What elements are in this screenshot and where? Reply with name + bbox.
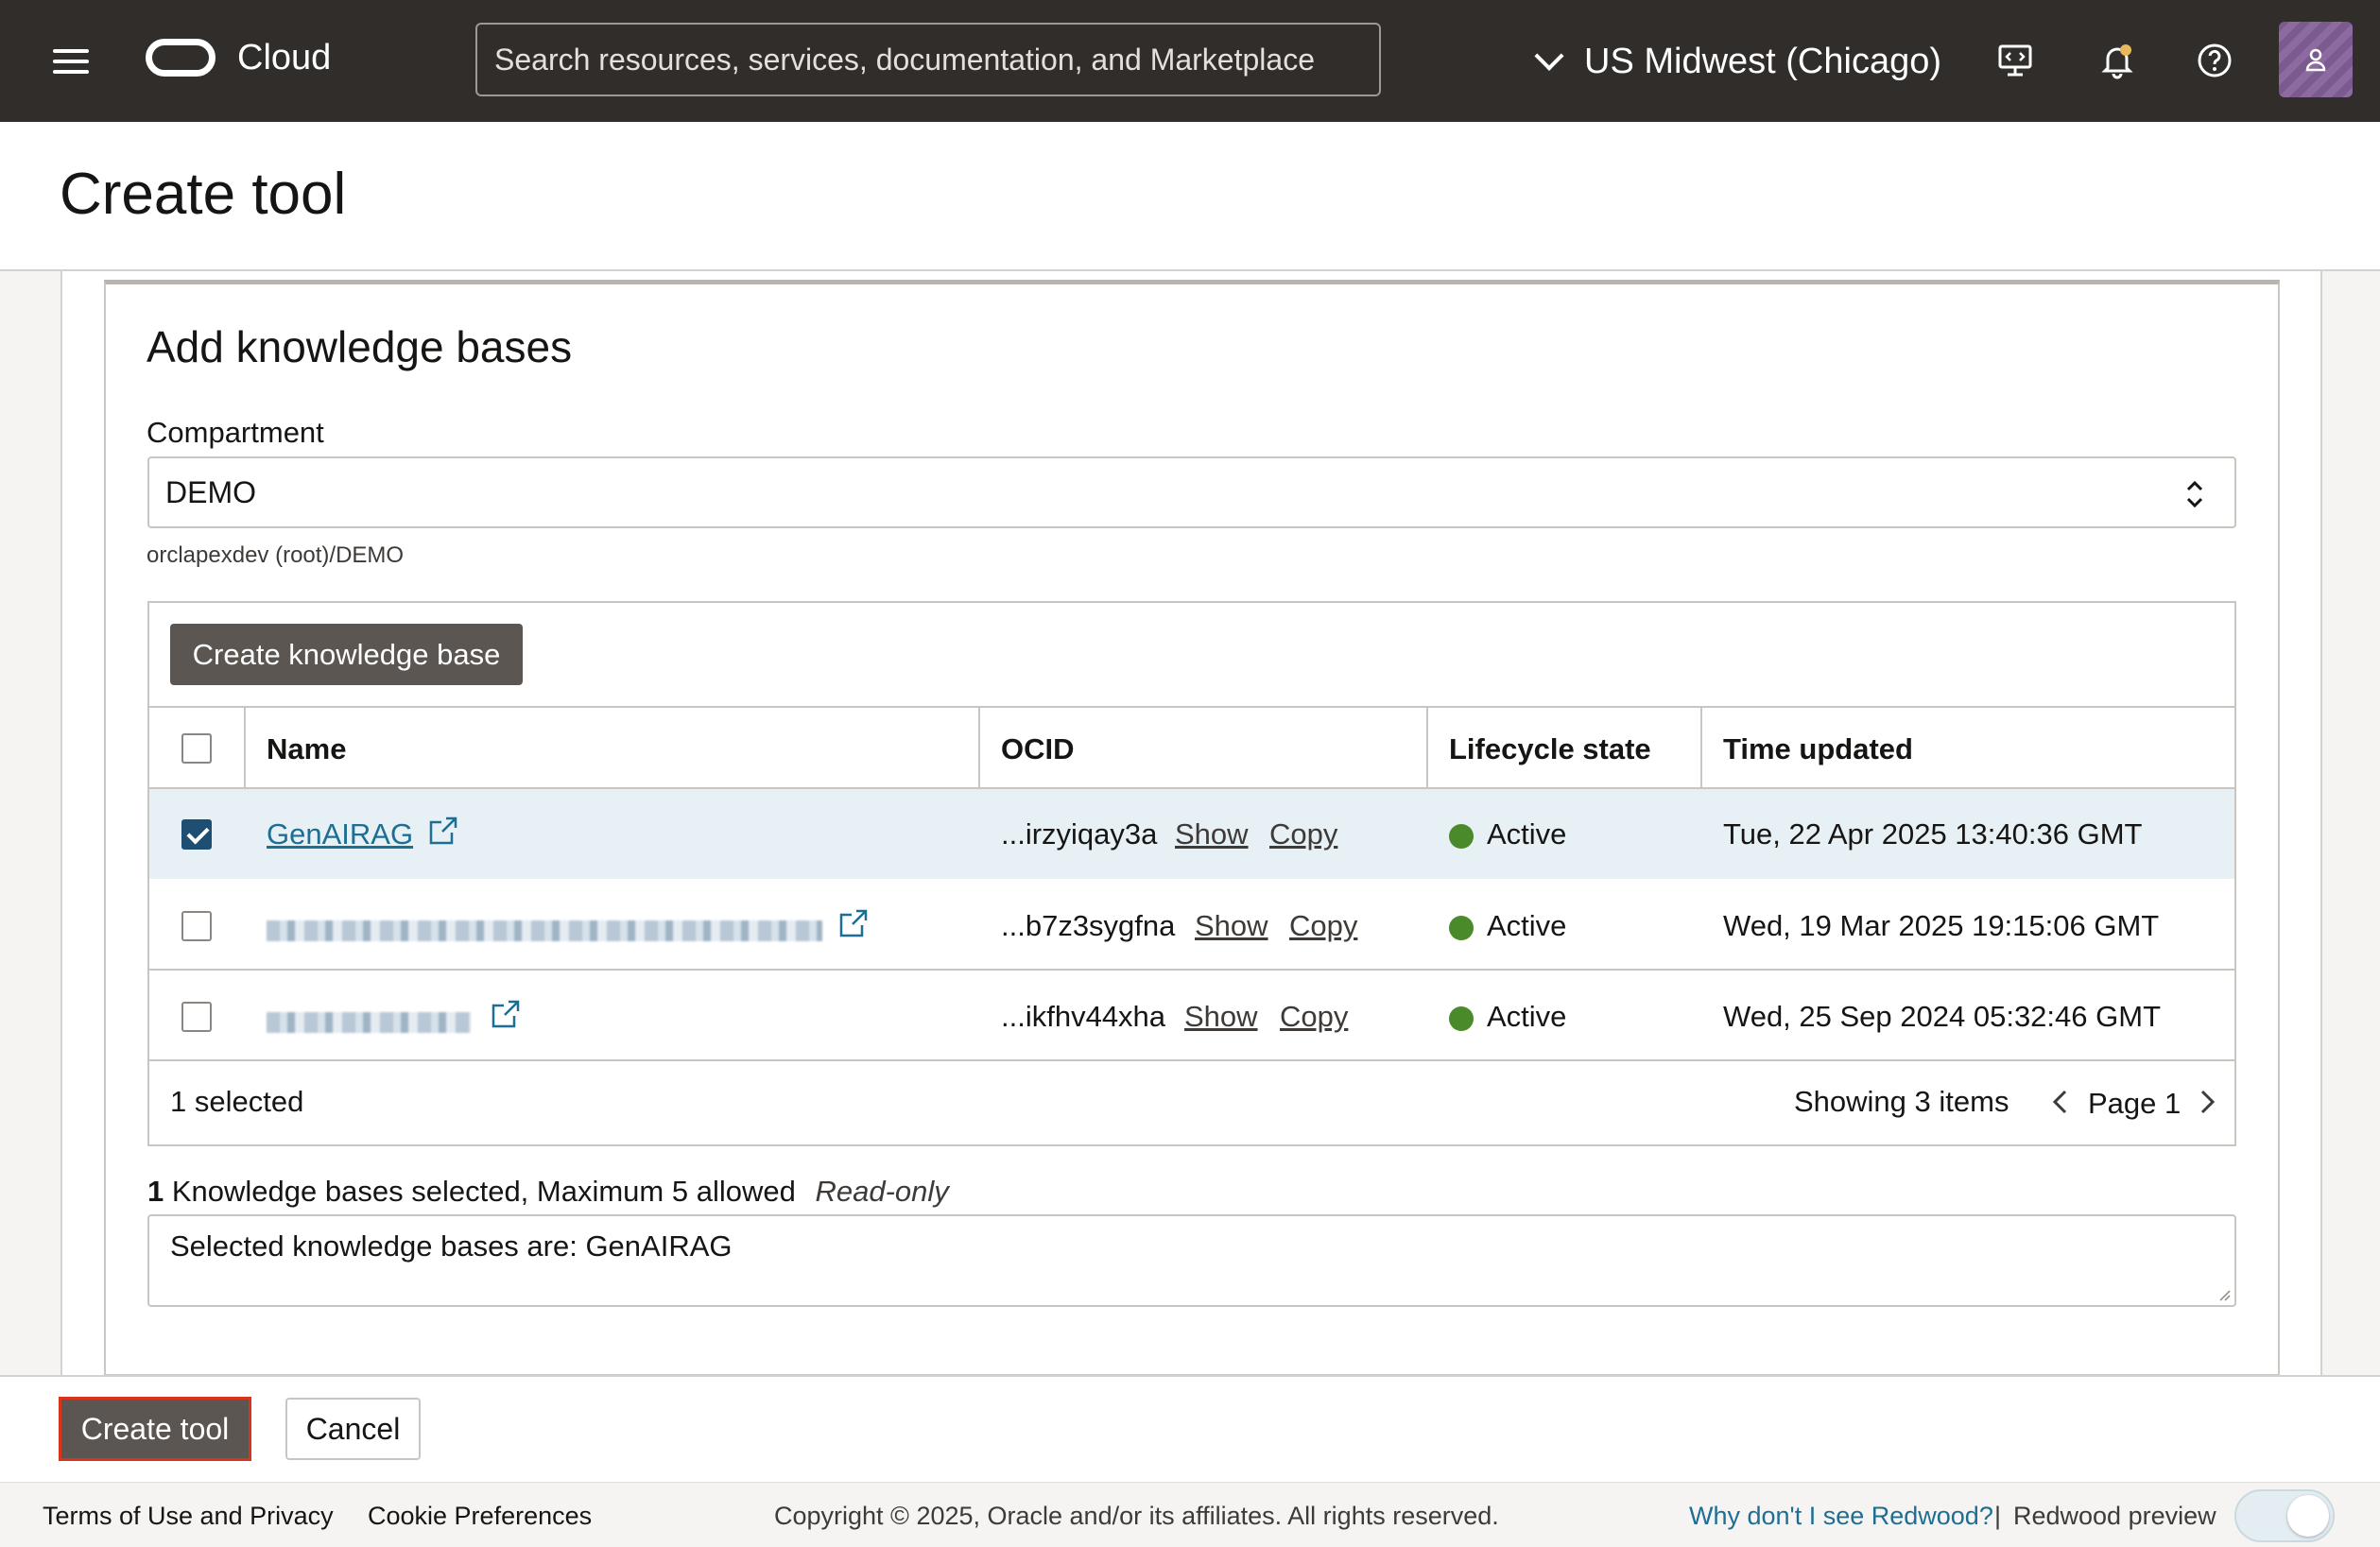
lifecycle-state: Active <box>1449 1000 1566 1034</box>
ocid-copy-link[interactable]: Copy <box>1269 817 1337 851</box>
oracle-logo[interactable] <box>146 39 216 77</box>
select-all-checkbox[interactable] <box>181 733 212 764</box>
row-checkbox[interactable] <box>181 911 212 941</box>
redacted-name <box>267 1011 471 1033</box>
kb-selection-text: Knowledge bases selected, Maximum 5 allo… <box>171 1175 796 1208</box>
ocid-show-link[interactable]: Show <box>1195 909 1268 943</box>
create-tool-button[interactable]: Create tool <box>59 1397 251 1461</box>
compartment-label: Compartment <box>147 416 324 449</box>
resize-handle-icon[interactable] <box>2217 1288 2231 1301</box>
compartment-value: DEMO <box>165 474 256 509</box>
chevron-down-icon <box>1534 41 1564 71</box>
user-icon <box>2305 48 2326 72</box>
status-dot-icon <box>1449 823 1474 849</box>
time-updated: Wed, 19 Mar 2025 19:15:06 GMT <box>1723 909 2160 942</box>
column-header-lifecycle-state[interactable]: Lifecycle state <box>1449 732 1651 766</box>
ocid-value: ...b7z3sygfna <box>1001 909 1176 942</box>
previous-page-icon[interactable] <box>2048 1089 2075 1115</box>
redwood-preview-label: Redwood preview <box>2013 1502 2216 1530</box>
ocid-show-link[interactable]: Show <box>1184 1000 1258 1034</box>
compartment-path: orclapexdev (root)/DEMO <box>147 542 405 568</box>
column-divider <box>1700 708 1702 787</box>
read-only-label: Read-only <box>815 1175 949 1208</box>
external-link-icon[interactable] <box>837 907 870 939</box>
table-divider <box>149 706 2234 708</box>
ocid-copy-link[interactable]: Copy <box>1289 909 1357 943</box>
compartment-select[interactable]: DEMO <box>147 456 2236 528</box>
status-dot-icon <box>1449 915 1474 940</box>
page-title: Create tool <box>60 162 347 227</box>
page-indicator: Page 1 <box>2088 1087 2182 1120</box>
lifecycle-state: Active <box>1449 817 1566 851</box>
selected-count: 1 selected <box>170 1085 304 1118</box>
selected-knowledge-bases-text: Selected knowledge bases are: GenAIRAG <box>170 1229 733 1263</box>
lifecycle-state-label: Active <box>1487 909 1567 942</box>
copyright-text: Copyright © 2025, Oracle and/or its affi… <box>774 1502 1499 1530</box>
knowledge-base-name-link[interactable] <box>267 912 822 946</box>
why-redwood-link[interactable]: Why don't I see Redwood? <box>1689 1502 1993 1531</box>
redwood-preview-toggle[interactable] <box>2234 1489 2335 1542</box>
region-label: US Midwest (Chicago) <box>1584 41 1941 81</box>
ocid-show-link[interactable]: Show <box>1175 817 1249 851</box>
external-link-icon[interactable] <box>427 815 459 847</box>
ocid-value: ...irzyiqay3a <box>1001 817 1158 851</box>
lifecycle-state: Active <box>1449 909 1566 943</box>
brand-name: Cloud <box>237 38 332 77</box>
developer-tools-icon[interactable] <box>1992 38 2038 83</box>
next-page-icon[interactable] <box>2193 1089 2219 1115</box>
column-divider <box>244 708 246 787</box>
notifications-icon[interactable] <box>2095 38 2140 83</box>
select-updown-icon <box>2186 480 2203 508</box>
footer-separator: | <box>1994 1502 2002 1530</box>
terms-link[interactable]: Terms of Use and Privacy <box>43 1502 334 1531</box>
status-dot-icon <box>1449 1006 1474 1031</box>
row-checkbox[interactable] <box>181 1002 212 1032</box>
time-updated: Tue, 22 Apr 2025 13:40:36 GMT <box>1723 817 2143 851</box>
selected-knowledge-bases-field: Selected knowledge bases are: GenAIRAG <box>147 1214 2236 1307</box>
column-divider <box>1426 708 1428 787</box>
column-header-time-updated[interactable]: Time updated <box>1723 732 1913 766</box>
kb-selection-summary: 1 Knowledge bases selected, Maximum 5 al… <box>147 1175 949 1209</box>
cookie-preferences-link[interactable]: Cookie Preferences <box>368 1502 592 1531</box>
knowledge-base-name-link[interactable] <box>267 1004 471 1038</box>
toggle-knob <box>2287 1495 2329 1537</box>
knowledge-base-name-link[interactable]: GenAIRAG <box>267 817 413 851</box>
search-input[interactable] <box>475 23 1381 96</box>
page-header <box>0 122 2380 271</box>
user-avatar[interactable] <box>2279 22 2353 97</box>
column-header-name[interactable]: Name <box>267 732 346 766</box>
help-icon[interactable] <box>2192 38 2237 83</box>
redacted-name <box>267 920 822 941</box>
column-header-ocid[interactable]: OCID <box>1001 732 1075 766</box>
region-selector[interactable]: US Midwest (Chicago) <box>1534 38 1941 85</box>
ocid-value: ...ikfhv44xha <box>1001 1000 1166 1033</box>
time-updated: Wed, 25 Sep 2024 05:32:46 GMT <box>1723 1000 2162 1033</box>
create-knowledge-base-button[interactable]: Create knowledge base <box>170 624 523 685</box>
menu-icon[interactable] <box>53 49 89 74</box>
row-checkbox[interactable] <box>181 819 212 850</box>
items-count: Showing 3 items <box>1794 1085 2009 1118</box>
kb-selected-number: 1 <box>147 1175 164 1208</box>
section-title: Add knowledge bases <box>147 322 573 371</box>
ocid-copy-link[interactable]: Copy <box>1280 1000 1348 1034</box>
lifecycle-state-label: Active <box>1487 817 1567 851</box>
external-link-icon[interactable] <box>490 998 522 1030</box>
lifecycle-state-label: Active <box>1487 1000 1567 1033</box>
column-divider <box>978 708 980 787</box>
cancel-button[interactable]: Cancel <box>285 1398 421 1460</box>
